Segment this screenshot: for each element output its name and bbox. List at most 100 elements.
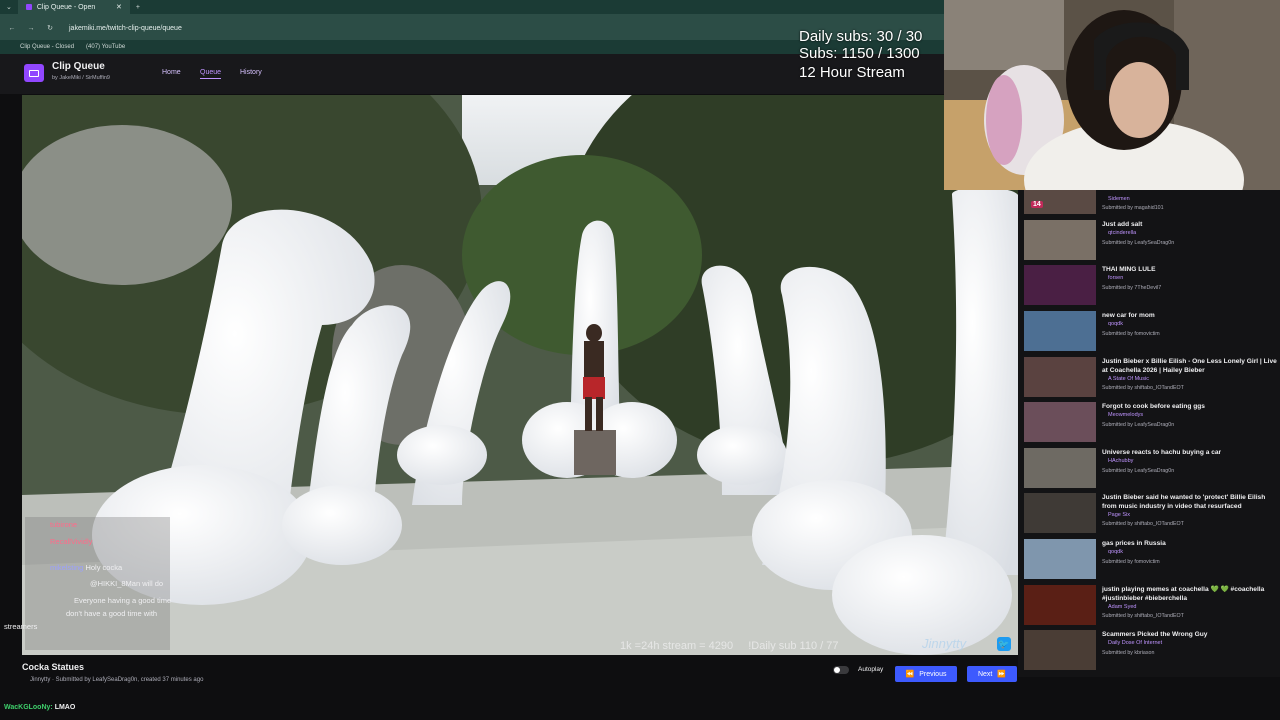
video-player[interactable] [22,95,1018,655]
chat-username: WacKGLooNy: [4,704,53,711]
chat-username: tubirone [50,520,78,529]
queue-thumbnail [1024,311,1096,351]
queue-title: gas prices in Russia [1102,540,1166,547]
next-button[interactable]: Next ⏩ [967,666,1017,682]
tab-favicon-icon [25,4,32,10]
queue-submitter: Submitted by fomovictim [1102,331,1160,337]
queue-thumbnail: 14 [1024,190,1096,214]
queue-submitter: Submitted by fomovictim [1102,559,1160,565]
back-icon[interactable]: ← [5,25,19,32]
queue-submitter: Submitted by shiftabo_IOTandEOT [1102,521,1184,527]
queue-channel: Page Six [1108,512,1131,518]
next-label: Next [977,670,993,678]
queue-channel: qtcinderella [1108,230,1137,236]
chat-message: Everyone having a good time [74,596,172,605]
clip-queue-list: 14 Sidemen Submitted by magahid101 Just … [1018,190,1280,677]
queue-channel: qoqdk [1108,549,1123,555]
chat-message: Holy cocka [85,563,123,572]
autoplay-label: Autoplay [858,666,884,673]
queue-channel: HAchubby [1108,458,1134,464]
reload-icon[interactable]: ↻ [43,24,57,32]
queue-item[interactable]: Forgot to cook before eating ggs Meowmel… [1024,402,1280,446]
queue-submitter: Submitted by 7TheDevil7 [1102,285,1162,291]
queue-title: Scammers Picked the Wrong Guy [1102,631,1208,638]
twitch-logo-icon[interactable] [24,64,44,82]
daily-subs-goal: Daily subs: 30 / 30 [799,28,923,45]
chat-message: don't have a good time with [66,609,158,618]
previous-label: Previous [919,670,947,678]
queue-item[interactable]: gas prices in Russia qoqdk Submitted by … [1024,539,1280,583]
queue-thumbnail [1024,585,1096,625]
rewind-icon: ⏪ [905,671,915,678]
queue-item[interactable]: Justin Bieber x Billie Eilish - One Less… [1024,357,1280,401]
queue-title: new car for mom [1102,312,1155,319]
clip-title: Cocka Statues [22,662,85,672]
close-tab-icon[interactable]: ✕ [116,3,122,11]
queue-title: Forgot to cook before eating ggs [1102,403,1205,410]
browser-tab[interactable]: Clip Queue - Open ✕ [17,0,130,14]
daily-sub-text: !Daily sub 110 / 77 [748,640,839,652]
video-frame [22,95,1018,655]
bookmark-youtube[interactable]: (407) YouTube [86,44,125,50]
chat-username: mikelsting [50,563,84,572]
queue-title: Justin Bieber x Billie Eilish - One Less… [1102,358,1277,374]
queue-thumbnail [1024,220,1096,260]
queue-submitter: Submitted by kbriason [1102,650,1155,656]
chat-message: LMAO [54,704,76,711]
queue-item[interactable]: Scammers Picked the Wrong Guy Daily Dose… [1024,630,1280,674]
queue-submitter: Submitted by LeafySeaDrag0n [1102,240,1175,246]
bookmark-clip-queue[interactable]: Clip Queue - Closed [20,44,74,50]
queue-title: Universe reacts to hachu buying a car [1102,449,1222,456]
queue-submitter: Submitted by shiftabo_IOTandEOT [1102,613,1184,619]
sub-goals-overlay: Daily subs: 30 / 30 Subs: 1150 / 1300 12… [799,28,949,81]
queue-thumbnail [1024,448,1096,488]
stream-goal: 12 Hour Stream [799,64,905,81]
queue-thumbnail [1024,357,1096,397]
queue-item[interactable]: Justin Bieber said he wanted to 'protect… [1024,493,1280,537]
chat-line: don't have a good time with [66,609,157,618]
queue-thumbnail [1024,402,1096,442]
url-field[interactable]: jakemiki.me/twitch-clip-queue/queue [69,25,182,32]
clip-meta: Jinnytty · Submitted by LeafySeaDrag0n, … [30,677,204,683]
queue-item[interactable]: THAI MING LULE forsen Submitted by 7TheD… [1024,265,1280,309]
forward-icon[interactable]: → [24,25,38,32]
queue-item[interactable]: new car for mom qoqdk Submitted by fomov… [1024,311,1280,355]
queue-channel: qoqdk [1108,321,1123,327]
chat-line: streamers [4,622,37,631]
previous-button[interactable]: ⏪ Previous [895,666,957,682]
queue-submitter: Submitted by shiftabo_IOTandEOT [1102,385,1184,391]
chat-line: @HIKKI_8Man will do [90,579,163,588]
queue-thumbnail [1024,539,1096,579]
stream-goal-text: 1k =24h stream = 4290 [620,640,734,652]
browser-tabbar: ⌄ Clip Queue - Open ✕ + [0,0,944,14]
chat-line: Everyone having a good time [74,596,171,605]
queue-thumbnail [1024,630,1096,670]
queue-submitter: Submitted by LeafySeaDrag0n [1102,468,1175,474]
nav-queue[interactable]: Queue [200,69,222,79]
queue-thumbnail [1024,265,1096,305]
app-title: Clip Queue [52,61,105,72]
queue-channel: Daily Dose Of Internet [1108,640,1163,646]
chat-bottom-line: WacKGLooNy: LMAO [4,704,75,711]
app-byline: by JakeMiki / SirMuffin9 [52,75,110,81]
queue-channel: forsen [1108,275,1124,281]
nav-history[interactable]: History [240,69,262,76]
tab-list-icon[interactable]: ⌄ [0,3,18,11]
queue-submitter: Submitted by LeafySeaDrag0n [1102,422,1175,428]
chat-message: @HIKKI_8Man will do [90,579,164,588]
queue-item[interactable]: justin playing memes at coachella 💚 💚 #c… [1024,585,1280,629]
video-stats-overlay: 1k =24h stream = 4290 !Daily sub 110 / 7… [620,640,839,652]
queue-item[interactable]: Just add salt qtcinderella Submitted by … [1024,220,1280,264]
autoplay-toggle[interactable] [833,666,849,674]
fast-forward-icon: ⏩ [997,671,1007,678]
queue-channel: A State Of Music [1108,376,1149,382]
nav-home[interactable]: Home [162,69,181,76]
chat-line: mikelsting Holy cocka [50,563,122,572]
queue-item[interactable]: Universe reacts to hachu buying a car HA… [1024,448,1280,492]
queue-title: THAI MING LULE [1102,266,1156,273]
queue-thumbnail [1024,493,1096,533]
new-tab-icon[interactable]: + [130,4,146,11]
queue-channel: Sidemen [1108,196,1130,202]
webcam-feed [944,0,1280,190]
queue-channel: Adam Syed [1108,604,1137,610]
